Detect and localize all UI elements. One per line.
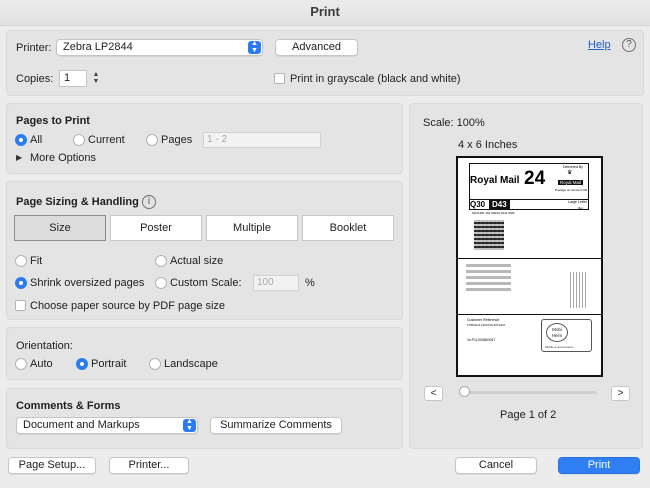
pages-current-label: Current (88, 134, 125, 146)
tab-poster[interactable]: Poster (110, 215, 202, 241)
preview-scale: Scale: 100% (423, 117, 485, 129)
label-size-class: Large Letter (568, 200, 587, 204)
label-postage: Postage on Account GB (555, 188, 587, 192)
print-button[interactable]: Print (558, 457, 640, 474)
pages-range-radio[interactable] (146, 134, 158, 146)
help-icon[interactable]: ? (622, 38, 636, 52)
orientation-portrait-radio[interactable] (76, 358, 88, 370)
custom-scale-placeholder: 100 (257, 277, 274, 288)
more-options-label[interactable]: More Options (30, 152, 96, 164)
paper-source-checkbox[interactable] (15, 300, 26, 311)
printer-label: Printer: (16, 42, 52, 54)
custom-scale-field[interactable]: 100 (253, 275, 299, 291)
page-slider[interactable] (459, 391, 597, 394)
label-weight: 0kg (578, 206, 583, 210)
pages-all-radio[interactable] (15, 134, 27, 146)
pages-range-field[interactable]: 1 - 2 (203, 132, 321, 148)
copies-value: 1 (64, 72, 71, 84)
pages-heading: Pages to Print (16, 115, 90, 127)
orientation-auto-label: Auto (30, 358, 53, 370)
disclosure-triangle-icon[interactable]: ▶ (16, 153, 22, 162)
pages-range-placeholder: 1 - 2 (207, 134, 228, 145)
label-footer-ref: 1s P1L003840047 (467, 338, 496, 342)
label-preview: Royal Mail 24 Delivered By ♛ Royal Mail … (456, 156, 603, 377)
shrink-label: Shrink oversized pages (30, 277, 145, 289)
page-setup-button[interactable]: Page Setup... (8, 457, 96, 474)
custom-scale-radio[interactable] (155, 277, 167, 289)
label-tracking: SD41481 164 6003H 2241 8GB (472, 211, 515, 215)
badge-bottom: Heim (551, 333, 563, 338)
comments-select-value: Document and Markups (23, 419, 140, 431)
label-customer-ref: 1789/11/4-1103720-4071347 (467, 323, 506, 327)
orientation-auto-radio[interactable] (15, 358, 27, 370)
datamatrix-barcode (474, 220, 504, 250)
pages-range-label: Pages (161, 134, 193, 146)
tab-multiple[interactable]: Multiple (206, 215, 298, 241)
label-logo: Royal Mail (558, 180, 584, 185)
orientation-landscape-radio[interactable] (149, 358, 161, 370)
label-code-a: Q30 (470, 200, 486, 209)
actual-size-radio[interactable] (155, 255, 167, 267)
comments-select[interactable]: Document and Markups ▲ ▼ (16, 417, 198, 434)
printer-button[interactable]: Printer... (109, 457, 189, 474)
printer-select[interactable]: Zebra LP2844 ▲ ▼ (56, 39, 263, 56)
advanced-button[interactable]: Advanced (275, 39, 358, 56)
orientation-portrait-label: Portrait (91, 358, 127, 370)
printer-select-value: Zebra LP2844 (63, 41, 133, 53)
tab-size[interactable]: Size (14, 215, 106, 241)
custom-scale-label: Custom Scale: (170, 277, 242, 289)
copies-stepper-icon[interactable]: ▲ ▼ (91, 71, 101, 87)
page-indicator: Page 1 of 2 (500, 409, 557, 421)
grayscale-label: Print in grayscale (black and white) (290, 73, 461, 85)
fit-radio[interactable] (15, 255, 27, 267)
paper-source-label: Choose paper source by PDF page size (30, 300, 226, 312)
cancel-button[interactable]: Cancel (455, 457, 537, 474)
shrink-radio[interactable] (15, 277, 27, 289)
chevron-updown-icon: ▲ ▼ (248, 40, 261, 54)
copies-input[interactable]: 1 (59, 70, 87, 87)
sizing-heading: Page Sizing & Handling (16, 196, 139, 208)
badge-top: Mobi (552, 327, 562, 332)
summarize-comments-button[interactable]: Summarize Comments (210, 417, 342, 434)
crown-icon: ♛ (567, 170, 573, 176)
info-icon[interactable]: i (142, 195, 156, 209)
tab-booklet[interactable]: Booklet (302, 215, 394, 241)
scale-unit-label: % (305, 277, 315, 289)
orientation-landscape-label: Landscape (164, 358, 218, 370)
label-service-number: 24 (524, 168, 546, 189)
copies-label: Copies: (16, 73, 54, 85)
label-customer-ref-label: Customer Reference (467, 318, 500, 322)
prev-page-button[interactable]: < (424, 386, 443, 401)
page-slider-knob[interactable] (459, 386, 470, 397)
orientation-panel (6, 327, 403, 380)
pages-all-label: All (30, 134, 43, 146)
mobiheim-logo: Mobi Heim Mobile & accessories (541, 319, 592, 352)
window-title: Print (0, 0, 650, 26)
comments-heading: Comments & Forms (16, 400, 121, 412)
label-brand: Royal Mail (470, 175, 520, 186)
help-link[interactable]: Help (588, 39, 611, 51)
badge-caption: Mobile & accessories (545, 345, 574, 349)
chevron-updown-icon: ▲ ▼ (183, 418, 196, 432)
actual-size-label: Actual size (170, 255, 224, 267)
grayscale-checkbox[interactable] (274, 73, 285, 84)
orientation-heading: Orientation: (16, 340, 73, 352)
label-code-b: D43 (489, 200, 510, 209)
fit-label: Fit (30, 255, 43, 267)
preview-paper-size: 4 x 6 Inches (458, 139, 518, 151)
label-delivered-by: Delivered By (563, 165, 583, 169)
address-block (466, 264, 511, 294)
next-page-button[interactable]: > (611, 386, 630, 401)
pages-current-radio[interactable] (73, 134, 85, 146)
side-barcode (570, 272, 588, 308)
